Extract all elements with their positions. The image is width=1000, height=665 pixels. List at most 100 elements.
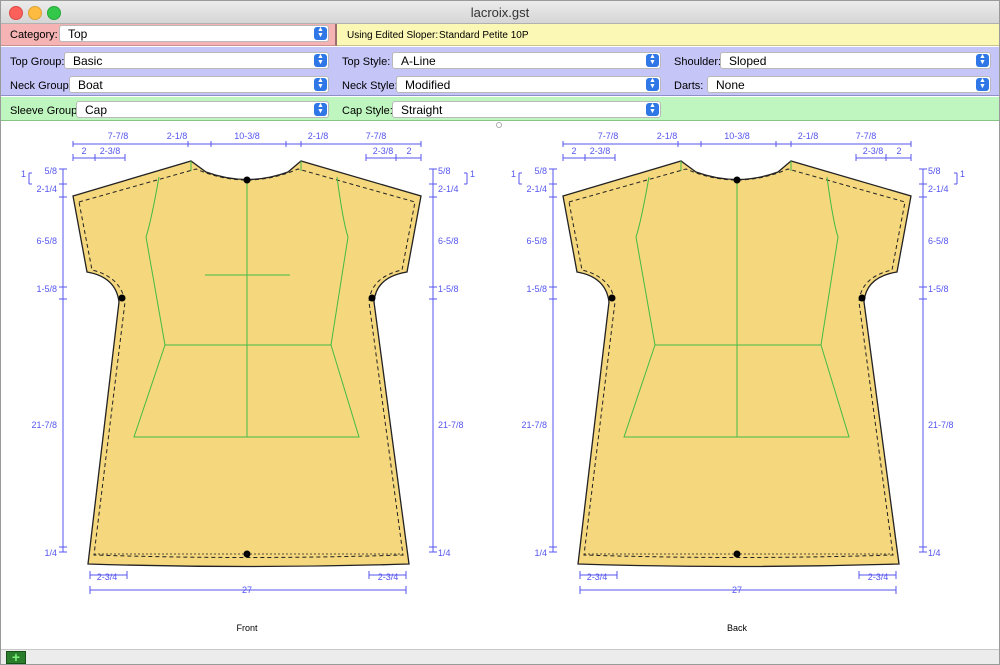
- back-dim-sub-3: 2-3/8: [863, 146, 884, 156]
- dim-bottom-total: 27: [242, 585, 252, 595]
- back-dim-side-r-small: 1: [960, 169, 965, 179]
- neck-group-label: Neck Group:: [10, 80, 72, 92]
- sleeve-group-value: Cap: [85, 103, 108, 117]
- back-dim-side-r6: 1/4: [928, 548, 941, 558]
- back-dim-top-3: 10-3/8: [724, 131, 750, 141]
- category-label: Category:: [10, 29, 58, 41]
- back-dim-side-r1: 5/8: [928, 166, 941, 176]
- shoulder-label: Shoulder:: [674, 56, 722, 68]
- category-value: Top: [68, 27, 88, 41]
- sloper-value: Standard Petite 10P: [439, 30, 529, 41]
- back-dim-bottom-right: 2-3/4: [868, 572, 889, 582]
- back-dim-top-2: 2-1/8: [657, 131, 678, 141]
- dim-side-r4: 1-5/8: [438, 284, 459, 294]
- dim-side-r3: 6-5/8: [438, 236, 459, 246]
- back-dim-side-3: 6-5/8: [526, 236, 547, 246]
- neck-style-select[interactable]: Modified ▲ ▼: [396, 76, 661, 93]
- dim-side-small: 1: [21, 169, 26, 179]
- back-dim-sub-4: 2: [896, 146, 901, 156]
- window-title: lacroix.gst: [470, 5, 530, 20]
- dim-sub-2: 2-3/8: [100, 146, 121, 156]
- cap-style-select[interactable]: Straight ▲ ▼: [392, 101, 661, 118]
- back-dim-side-1: 5/8: [534, 166, 547, 176]
- back-dim-side-4: 1-5/8: [526, 284, 547, 294]
- back-dim-side-r3: 6-5/8: [928, 236, 949, 246]
- back-dim-bottom-total: 27: [732, 585, 742, 595]
- back-dim-side-r4: 1-5/8: [928, 284, 949, 294]
- back-dim-side-6: 1/4: [534, 548, 547, 558]
- dim-top-5: 7-7/8: [366, 131, 387, 141]
- title-bar: lacroix.gst: [1, 1, 999, 24]
- shoulder-value: Sloped: [729, 54, 767, 68]
- back-dim-sub-2: 2-3/8: [590, 146, 611, 156]
- category-band: Category: Top ▲ ▼: [1, 24, 337, 46]
- top-style-label: Top Style:: [342, 56, 391, 68]
- dim-sub-3: 2-3/8: [373, 146, 394, 156]
- front-label: Front: [236, 623, 258, 633]
- dim-sub-4: 2: [406, 146, 411, 156]
- dim-side-r5: 21-7/8: [438, 420, 464, 430]
- back-dim-top-4: 2-1/8: [798, 131, 819, 141]
- top-group-select[interactable]: Basic ▲ ▼: [64, 52, 329, 69]
- pattern-canvas: 7-7/8 2-1/8 10-3/8 2-1/8 7-7/8 2 2-3/8 2…: [21, 131, 965, 633]
- back-dim-top-1: 7-7/8: [598, 131, 619, 141]
- sleeve-group-select[interactable]: Cap ▲ ▼: [76, 101, 329, 118]
- dim-side-r-small: 1: [470, 169, 475, 179]
- dim-side-2: 2-1/4: [36, 184, 57, 194]
- sloper-label: Using Edited Sloper:: [347, 30, 439, 41]
- dim-side-5: 21-7/8: [31, 420, 57, 430]
- dim-bottom-left: 2-3/4: [97, 572, 118, 582]
- back-dim-side-r5: 21-7/8: [928, 420, 954, 430]
- dim-side-r6: 1/4: [438, 548, 451, 558]
- updown-arrows-icon: ▲ ▼: [646, 53, 659, 67]
- top-style-select[interactable]: A-Line ▲ ▼: [392, 52, 661, 69]
- bottom-bar: +: [1, 649, 999, 664]
- dim-side-r2: 2-1/4: [438, 184, 459, 194]
- back-piece[interactable]: [518, 140, 958, 595]
- dim-side-r1: 5/8: [438, 166, 451, 176]
- style-band: Top Group: Basic ▲ ▼ Top Style: A-Line ▲ ▼…: [1, 47, 999, 96]
- updown-arrows-icon: ▲ ▼: [646, 77, 659, 91]
- updown-arrows-icon: ▲ ▼: [314, 26, 327, 40]
- updown-arrows-icon: ▲ ▼: [314, 53, 327, 67]
- sleeve-band: Sleeve Group: Cap ▲ ▼ Cap Style: Straight…: [1, 97, 999, 121]
- dim-side-1: 5/8: [44, 166, 57, 176]
- dim-sub-1: 2: [81, 146, 86, 156]
- dim-side-4: 1-5/8: [36, 284, 57, 294]
- neck-group-select[interactable]: Boat ▲ ▼: [69, 76, 329, 93]
- back-dim-bottom-left: 2-3/4: [587, 572, 608, 582]
- category-select[interactable]: Top ▲ ▼: [59, 25, 329, 42]
- updown-arrows-icon: ▲ ▼: [976, 77, 989, 91]
- dim-top-4: 2-1/8: [308, 131, 329, 141]
- back-dim-side-5: 21-7/8: [521, 420, 547, 430]
- neck-style-label: Neck Style:: [342, 80, 398, 92]
- top-style-value: A-Line: [401, 54, 436, 68]
- updown-arrows-icon: ▲ ▼: [314, 77, 327, 91]
- dim-top-1: 7-7/8: [108, 131, 129, 141]
- darts-select[interactable]: None ▲ ▼: [707, 76, 991, 93]
- sloper-band: Using Edited Sloper: Standard Petite 10P: [337, 24, 999, 46]
- shoulder-select[interactable]: Sloped ▲ ▼: [720, 52, 991, 69]
- app-window: lacroix.gst Category: Top ▲ ▼ Using Edite…: [0, 0, 1000, 665]
- dim-top-2: 2-1/8: [167, 131, 188, 141]
- darts-label: Darts:: [674, 80, 704, 92]
- back-dim-side-r2: 2-1/4: [928, 184, 949, 194]
- top-group-value: Basic: [73, 54, 103, 68]
- dim-side-6: 1/4: [44, 548, 57, 558]
- darts-value: None: [716, 78, 745, 92]
- front-piece[interactable]: [28, 140, 468, 595]
- cap-style-label: Cap Style:: [342, 105, 393, 117]
- updown-arrows-icon: ▲ ▼: [976, 53, 989, 67]
- neck-group-value: Boat: [78, 78, 103, 92]
- sleeve-group-label: Sleeve Group:: [10, 105, 81, 117]
- back-dim-side-2: 2-1/4: [526, 184, 547, 194]
- updown-arrows-icon: ▲ ▼: [646, 102, 659, 116]
- plus-icon[interactable]: +: [6, 650, 26, 664]
- back-label: Back: [727, 623, 748, 633]
- dim-side-3: 6-5/8: [36, 236, 57, 246]
- top-group-label: Top Group:: [10, 56, 65, 68]
- back-dim-top-5: 7-7/8: [856, 131, 877, 141]
- back-dim-side-small: 1: [511, 169, 516, 179]
- neck-style-value: Modified: [405, 78, 451, 92]
- dim-top-3: 10-3/8: [234, 131, 260, 141]
